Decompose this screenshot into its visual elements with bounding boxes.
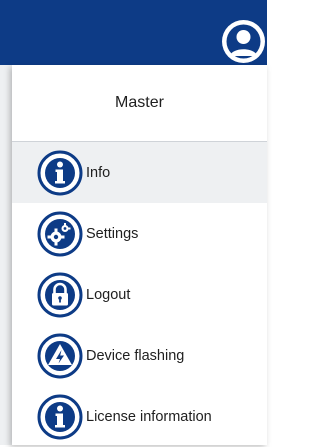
user-header: Master [12, 65, 267, 142]
menu-item-label: License information [86, 408, 212, 425]
menu-item-label: Device flashing [86, 347, 185, 364]
lock-icon [36, 271, 84, 319]
user-avatar-icon[interactable] [220, 18, 267, 65]
menu-item-label: Logout [86, 286, 131, 303]
top-bar [0, 0, 267, 65]
menu-item-device-flashing[interactable]: Device flashing [12, 325, 267, 386]
menu-item-license-information[interactable]: License information [12, 386, 267, 447]
user-name: Master [115, 94, 164, 111]
menu-item-label: Info [86, 164, 111, 181]
menu-item-settings[interactable]: Settings [12, 203, 267, 264]
menu-item-info[interactable]: Info [12, 142, 267, 203]
user-menu-list: Info Settings Logout Device flashing Lic… [12, 142, 267, 447]
user-menu-panel: Master Info Settings Logout Device flash… [12, 65, 267, 445]
info-icon [36, 393, 84, 441]
warning-lightning-icon [36, 332, 84, 380]
menu-item-label: Settings [86, 225, 139, 242]
gears-icon [36, 210, 84, 258]
menu-item-logout[interactable]: Logout [12, 264, 267, 325]
info-icon [36, 149, 84, 197]
background-strip [0, 65, 12, 445]
